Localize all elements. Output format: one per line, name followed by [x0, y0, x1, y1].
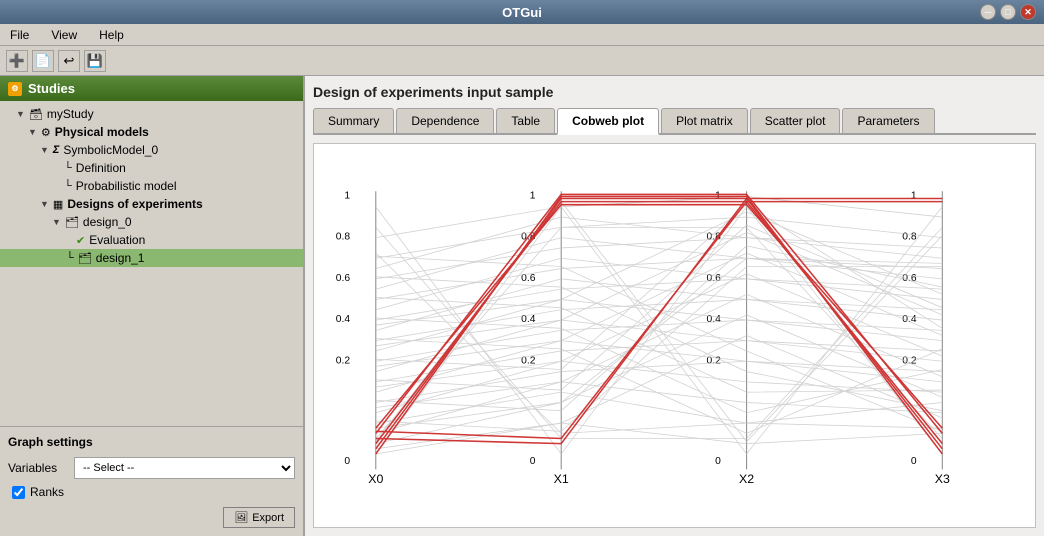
y-tick-1-3: 1 [911, 191, 917, 202]
y-tick-02-0: 0.2 [336, 355, 351, 366]
tab-cobweb[interactable]: Cobweb plot [557, 108, 659, 135]
variables-select[interactable]: -- Select -- [74, 457, 295, 479]
tree: ▼ 🗃 myStudy ▼ ⚙ Physical models ▼ Σ Symb… [0, 101, 303, 426]
tab-table[interactable]: Table [496, 108, 555, 133]
graph-settings-title: Graph settings [8, 435, 295, 449]
y-tick-0-1: 0 [530, 456, 536, 467]
tree-item-physical-models[interactable]: ▼ ⚙ Physical models [0, 123, 303, 141]
main-layout: ⚙ Studies ▼ 🗃 myStudy ▼ ⚙ Physical model… [0, 76, 1044, 536]
tree-item-design-1[interactable]: └ 🗂 design_1 [0, 249, 303, 267]
left-panel: ⚙ Studies ▼ 🗃 myStudy ▼ ⚙ Physical model… [0, 76, 305, 536]
y-tick-0-0: 0 [344, 456, 350, 467]
y-tick-1-0: 1 [344, 191, 350, 202]
studies-header: ⚙ Studies [0, 76, 303, 101]
graph-settings: Graph settings Variables -- Select -- Ra… [0, 426, 303, 536]
x3-label: X3 [935, 472, 950, 486]
ranks-row: Ranks [8, 485, 295, 499]
window-controls: ─ □ ✕ [980, 4, 1036, 20]
menu-view[interactable]: View [45, 26, 83, 44]
x0-label: X0 [368, 472, 383, 486]
y-tick-08-0: 0.8 [336, 232, 351, 243]
menu-file[interactable]: File [4, 26, 35, 44]
tree-item-design-0[interactable]: ▼ 🗂 design_0 [0, 213, 303, 231]
tree-label-evaluation: Evaluation [89, 233, 145, 247]
line-icon-2: └ [64, 180, 72, 192]
tab-plot-matrix[interactable]: Plot matrix [661, 108, 748, 133]
y-tick-0-2: 0 [715, 456, 721, 467]
titlebar: OTGui ─ □ ✕ [0, 0, 1044, 24]
export-icon: 🖼 [234, 511, 248, 524]
y-tick-06-0: 0.6 [336, 273, 351, 284]
tree-item-my-study[interactable]: ▼ 🗃 myStudy [0, 105, 303, 123]
x1-label: X1 [554, 472, 569, 486]
x2-label: X2 [739, 472, 754, 486]
open-button[interactable]: 📄 [32, 50, 54, 72]
expand-arrow-d0: ▼ [52, 217, 61, 227]
tree-label-design-0: design_0 [83, 215, 132, 229]
cobweb-chart: X0 X1 X2 X3 1 0.8 0.6 0.4 0.2 0 1 0.8 0.… [314, 144, 1035, 527]
tree-label-design-1: design_1 [96, 251, 145, 265]
variables-row: Variables -- Select -- [8, 457, 295, 479]
tree-item-doe[interactable]: ▼ ▦ Designs of experiments [0, 195, 303, 213]
folder-icon-d1: └ [52, 252, 74, 264]
tab-dependence[interactable]: Dependence [396, 108, 494, 133]
line-icon: └ [64, 162, 72, 174]
maximize-button[interactable]: □ [1000, 4, 1016, 20]
export-label: Export [252, 512, 284, 524]
ranks-checkbox[interactable] [12, 486, 25, 499]
folder-icon-d0: 🗂 [65, 216, 79, 229]
expand-arrow: ▼ [16, 109, 25, 119]
tree-label-physical-models: Physical models [55, 125, 149, 139]
tab-parameters[interactable]: Parameters [842, 108, 934, 133]
table-icon: ▦ [53, 198, 63, 211]
tree-label-doe: Designs of experiments [67, 197, 202, 211]
tab-summary[interactable]: Summary [313, 108, 394, 133]
y-tick-04-0: 0.4 [336, 314, 351, 325]
chart-area: X0 X1 X2 X3 1 0.8 0.6 0.4 0.2 0 1 0.8 0.… [313, 143, 1036, 528]
tree-item-symbolic-model[interactable]: ▼ Σ SymbolicModel_0 [0, 141, 303, 159]
tree-label-definition: Definition [76, 161, 126, 175]
check-icon: ✔ [76, 234, 85, 247]
tree-item-evaluation[interactable]: ✔ Evaluation [0, 231, 303, 249]
menubar: File View Help [0, 24, 1044, 46]
y-tick-1-1: 1 [530, 191, 536, 202]
close-button[interactable]: ✕ [1020, 4, 1036, 20]
right-panel: Design of experiments input sample Summa… [305, 76, 1044, 536]
tab-scatter[interactable]: Scatter plot [750, 108, 841, 133]
menu-help[interactable]: Help [93, 26, 130, 44]
y-tick-0-3: 0 [911, 456, 917, 467]
studies-label: Studies [28, 81, 75, 96]
content-title: Design of experiments input sample [313, 84, 1036, 100]
tree-label-probabilistic-model: Probabilistic model [76, 179, 177, 193]
toolbar: ➕ 📄 ↩ 💾 [0, 46, 1044, 76]
studies-icon: ⚙ [8, 82, 22, 96]
expand-arrow-pm: ▼ [28, 127, 37, 137]
new-button[interactable]: ➕ [6, 50, 28, 72]
variables-label: Variables [8, 461, 68, 475]
folder-icon-d1b: 🗂 [78, 252, 92, 265]
tree-label-my-study: myStudy [47, 107, 94, 121]
tree-item-definition[interactable]: └ Definition [0, 159, 303, 177]
expand-arrow-sm: ▼ [40, 145, 49, 155]
tree-item-probabilistic-model[interactable]: └ Probabilistic model [0, 177, 303, 195]
export-button[interactable]: 🖼 Export [223, 507, 295, 528]
undo-button[interactable]: ↩ [58, 50, 80, 72]
tree-label-symbolic-model: SymbolicModel_0 [63, 143, 158, 157]
app-title: OTGui [502, 5, 542, 20]
ranks-label: Ranks [30, 485, 64, 499]
save-button[interactable]: 💾 [84, 50, 106, 72]
expand-arrow-doe: ▼ [40, 199, 49, 209]
gear-icon: ⚙ [41, 126, 51, 139]
folder-icon: 🗃 [29, 108, 43, 121]
export-row: 🖼 Export [8, 507, 295, 528]
tabs: Summary Dependence Table Cobweb plot Plo… [313, 108, 1036, 135]
sigma-icon: Σ [53, 144, 60, 156]
minimize-button[interactable]: ─ [980, 4, 996, 20]
